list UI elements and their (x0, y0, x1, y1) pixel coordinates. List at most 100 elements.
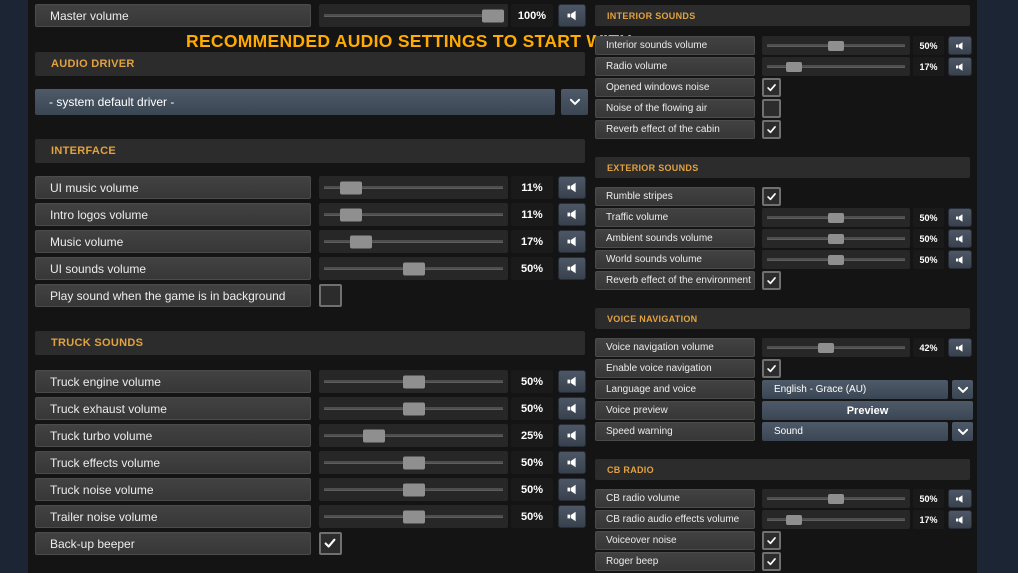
volume-value-ui-sounds-volume: 50% (511, 257, 553, 280)
volume-slider-truck-effects-volume[interactable] (319, 451, 508, 474)
volume-slider-music-volume[interactable] (319, 230, 508, 253)
volume-slider-trailer-noise-volume[interactable] (319, 505, 508, 528)
slider-thumb[interactable] (828, 40, 844, 51)
volume-slider-master-volume[interactable] (319, 4, 508, 27)
slider-thumb[interactable] (786, 61, 802, 72)
dropdown-chevron-audio-driver[interactable] (561, 89, 588, 115)
speaker-icon (954, 61, 966, 73)
slider-thumb[interactable] (818, 342, 834, 353)
slider-thumb[interactable] (828, 212, 844, 223)
speaker-icon (565, 374, 580, 389)
row-label-truck-effects-volume: Truck effects volume (35, 451, 311, 474)
mute-button-truck-turbo-volume[interactable] (558, 424, 586, 447)
checkbox-noise-of-the-flowing-air[interactable] (762, 99, 781, 118)
dropdown-speed-warning[interactable]: Sound (762, 422, 948, 441)
volume-slider-radio-volume[interactable] (762, 57, 910, 76)
section-header-voice-navigation: VOICE NAVIGATION (595, 308, 970, 329)
row-label-voice-navigation-volume: Voice navigation volume (595, 338, 755, 357)
slider-thumb[interactable] (786, 514, 802, 525)
volume-slider-cb-radio-audio-effects-volume[interactable] (762, 510, 910, 529)
slider-track (324, 13, 503, 17)
dropdown-chevron-language-and-voice[interactable] (952, 380, 973, 399)
mute-button-cb-radio-volume[interactable] (948, 489, 972, 508)
volume-slider-truck-turbo-volume[interactable] (319, 424, 508, 447)
dropdown-audio-driver[interactable]: - system default driver - (35, 89, 555, 115)
volume-slider-cb-radio-volume[interactable] (762, 489, 910, 508)
slider-thumb[interactable] (363, 429, 385, 442)
volume-slider-voice-navigation-volume[interactable] (762, 338, 910, 357)
slider-thumb[interactable] (403, 402, 425, 415)
volume-slider-traffic-volume[interactable] (762, 208, 910, 227)
checkbox-back-up-beeper[interactable] (319, 532, 342, 555)
volume-slider-truck-engine-volume[interactable] (319, 370, 508, 393)
mute-button-ui-sounds-volume[interactable] (558, 257, 586, 280)
slider-thumb[interactable] (403, 510, 425, 523)
row-label-text: Play sound when the game is in backgroun… (50, 288, 286, 303)
checkbox-voiceover-noise[interactable] (762, 531, 781, 550)
volume-slider-truck-noise-volume[interactable] (319, 478, 508, 501)
mute-button-traffic-volume[interactable] (948, 208, 972, 227)
slider-thumb[interactable] (340, 181, 362, 194)
section-header-text: TRUCK SOUNDS (51, 337, 144, 349)
volume-value-interior-sounds-volume: 50% (913, 36, 944, 55)
mute-button-ui-music-volume[interactable] (558, 176, 586, 199)
checkbox-play-sound-when-the-game-is-in-background[interactable] (319, 284, 342, 307)
checkbox-opened-windows-noise[interactable] (762, 78, 781, 97)
slider-thumb[interactable] (828, 493, 844, 504)
mute-button-truck-engine-volume[interactable] (558, 370, 586, 393)
volume-value-truck-exhaust-volume: 50% (511, 397, 553, 420)
volume-slider-intro-logos-volume[interactable] (319, 203, 508, 226)
checkbox-rumble-stripes[interactable] (762, 187, 781, 206)
mute-button-radio-volume[interactable] (948, 57, 972, 76)
volume-slider-ui-sounds-volume[interactable] (319, 257, 508, 280)
section-header-text: EXTERIOR SOUNDS (607, 162, 699, 173)
mute-button-ambient-sounds-volume[interactable] (948, 229, 972, 248)
mute-button-truck-exhaust-volume[interactable] (558, 397, 586, 420)
dropdown-language-and-voice[interactable]: English - Grace (AU) (762, 380, 948, 399)
preview-button[interactable]: Preview (762, 401, 973, 420)
slider-thumb[interactable] (828, 254, 844, 265)
dropdown-chevron-speed-warning[interactable] (952, 422, 973, 441)
row-label-text: Language and voice (606, 384, 697, 395)
mute-button-world-sounds-volume[interactable] (948, 250, 972, 269)
row-label-text: Trailer noise volume (50, 509, 158, 524)
checkbox-enable-voice-navigation[interactable] (762, 359, 781, 378)
row-label-voice-preview: Voice preview (595, 401, 755, 420)
mute-button-truck-noise-volume[interactable] (558, 478, 586, 501)
slider-thumb[interactable] (403, 375, 425, 388)
speaker-icon (565, 234, 580, 249)
volume-slider-interior-sounds-volume[interactable] (762, 36, 910, 55)
checkbox-reverb-effect-of-the-cabin[interactable] (762, 120, 781, 139)
slider-thumb[interactable] (350, 235, 372, 248)
checkbox-reverb-effect-of-the-environment[interactable] (762, 271, 781, 290)
slider-thumb[interactable] (403, 262, 425, 275)
slider-thumb[interactable] (403, 456, 425, 469)
volume-slider-world-sounds-volume[interactable] (762, 250, 910, 269)
mute-button-cb-radio-audio-effects-volume[interactable] (948, 510, 972, 529)
volume-value-world-sounds-volume: 50% (913, 250, 944, 269)
slider-thumb[interactable] (340, 208, 362, 221)
audio-settings-screen: RECOMMENDED AUDIO SETTINGS TO START WITH… (0, 0, 1018, 573)
volume-value-ambient-sounds-volume: 50% (913, 229, 944, 248)
volume-slider-ui-music-volume[interactable] (319, 176, 508, 199)
slider-thumb[interactable] (482, 9, 504, 22)
volume-value-truck-engine-volume: 50% (511, 370, 553, 393)
mute-button-trailer-noise-volume[interactable] (558, 505, 586, 528)
volume-slider-truck-exhaust-volume[interactable] (319, 397, 508, 420)
mute-button-interior-sounds-volume[interactable] (948, 36, 972, 55)
row-label-opened-windows-noise: Opened windows noise (595, 78, 755, 97)
mute-button-master-volume[interactable] (558, 4, 586, 27)
checkmark-icon (764, 82, 779, 93)
volume-slider-ambient-sounds-volume[interactable] (762, 229, 910, 248)
slider-thumb[interactable] (828, 233, 844, 244)
mute-button-voice-navigation-volume[interactable] (948, 338, 972, 357)
mute-button-intro-logos-volume[interactable] (558, 203, 586, 226)
mute-button-music-volume[interactable] (558, 230, 586, 253)
row-label-text: Truck turbo volume (50, 428, 153, 443)
button-label: Preview (846, 404, 889, 417)
row-label-reverb-effect-of-the-environment: Reverb effect of the environment (595, 271, 755, 290)
mute-button-truck-effects-volume[interactable] (558, 451, 586, 474)
checkbox-roger-beep[interactable] (762, 552, 781, 571)
section-header-cb-radio: CB RADIO (595, 459, 970, 480)
slider-thumb[interactable] (403, 483, 425, 496)
